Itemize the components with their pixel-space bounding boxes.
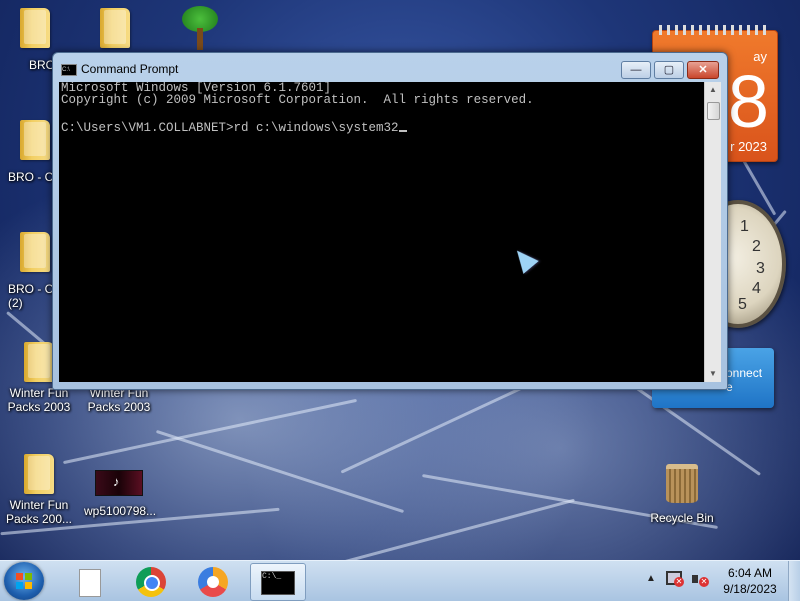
taskbar-time: 6:04 AM [727,566,773,580]
folder-icon [100,8,130,48]
desktop-icon-label: wp5100798... [84,504,157,518]
taskbar-date: 9/18/2023 [723,582,777,596]
volume-icon[interactable]: ✕ [692,572,709,588]
scrollbar-thumb[interactable] [707,102,720,120]
connect-gadget-label: onnect e [726,366,763,394]
folder-icon [20,232,50,272]
desktop-icon-winter-fun-3[interactable]: Winter Fun Packs 200... [4,454,74,526]
calendar-rings [659,25,771,35]
error-x-icon: ✕ [674,577,684,587]
cmd-icon: C:\_ [261,571,295,595]
chrome-icon [136,567,166,597]
folder-icon [20,8,50,48]
minimize-button[interactable]: — [621,61,651,79]
clock-numeral: 4 [752,280,761,297]
recycle-bin-icon [666,464,698,503]
taskbar-file-explorer[interactable] [62,563,114,599]
window-title: Command Prompt [81,62,179,76]
close-button[interactable]: ✕ [687,61,719,79]
desktop-icon-label: Winter Fun Packs 200... [5,498,73,526]
taskbar: C:\_ ▲ ✕ ✕ 6:04 AM 9/18/2023 [0,560,800,601]
speaker-icon [692,575,698,583]
desktop-icon-label: Winter Fun Packs 2003 [87,386,151,414]
round-app-icon [198,567,228,597]
desktop-icon-folder-2[interactable] [80,8,150,48]
folder-icon [24,454,54,494]
wallpaper-branch [155,429,405,514]
desktop: BRO BRO - C BRO - C (2) Winter Fun Packs… [0,0,800,560]
desktop-icon-label: Winter Fun Packs 2003 [7,386,71,414]
taskbar-command-prompt[interactable]: C:\_ [250,563,306,601]
file-icon [79,569,101,597]
taskbar-round-app[interactable] [187,563,239,599]
maximize-button[interactable]: ▢ [654,61,684,79]
clock-numeral: 1 [740,218,749,235]
command-prompt-window[interactable]: C:\ Command Prompt — ▢ ✕ Microsoft Windo… [52,52,728,390]
window-titlebar[interactable]: C:\ Command Prompt — ▢ ✕ [53,53,727,81]
clock-numeral: 5 [738,296,747,313]
network-icon[interactable]: ✕ [666,571,684,587]
console-output[interactable]: Microsoft Windows [Version 6.1.7601] Cop… [59,82,704,382]
console-prompt-line[interactable]: C:\Users\VM1.COLLABNET>rd c:\windows\sys… [59,118,704,136]
windows-logo-icon [16,573,32,589]
clock-numeral: 3 [756,260,765,277]
taskbar-clock[interactable]: 6:04 AM 9/18/2023 [716,565,784,597]
taskbar-chrome[interactable] [125,563,177,599]
desktop-icon-recycle-bin[interactable]: Recycle Bin [642,464,722,525]
clock-numeral: 2 [752,238,761,255]
desktop-icon-tree[interactable] [165,6,235,50]
tree-icon [178,6,222,50]
desktop-icon-wp5100798[interactable]: ♪ wp5100798... [84,462,157,518]
cmd-icon: C:\ [61,64,77,76]
scroll-down-arrow[interactable]: ▼ [705,366,721,382]
desktop-icon-label: Recycle Bin [650,511,714,525]
wallpaper-branch [265,498,575,560]
console-line: Copyright (c) 2009 Microsoft Corporation… [61,93,534,107]
text-cursor [398,130,407,132]
calendar-month-year: r 2023 [730,139,767,154]
scroll-up-arrow[interactable]: ▲ [705,82,721,98]
show-hidden-icons-button[interactable]: ▲ [646,573,656,584]
folder-icon [20,120,50,160]
mute-x-icon: ✕ [699,577,709,587]
show-desktop-button[interactable] [788,561,800,601]
start-button[interactable] [4,562,44,600]
console-command: C:\Users\VM1.COLLABNET>rd c:\windows\sys… [61,121,399,135]
folder-icon [24,342,54,382]
image-thumbnail-icon: ♪ [95,470,143,496]
calendar-date-number: 8 [727,60,769,143]
vertical-scrollbar[interactable]: ▲ ▼ [704,82,721,382]
